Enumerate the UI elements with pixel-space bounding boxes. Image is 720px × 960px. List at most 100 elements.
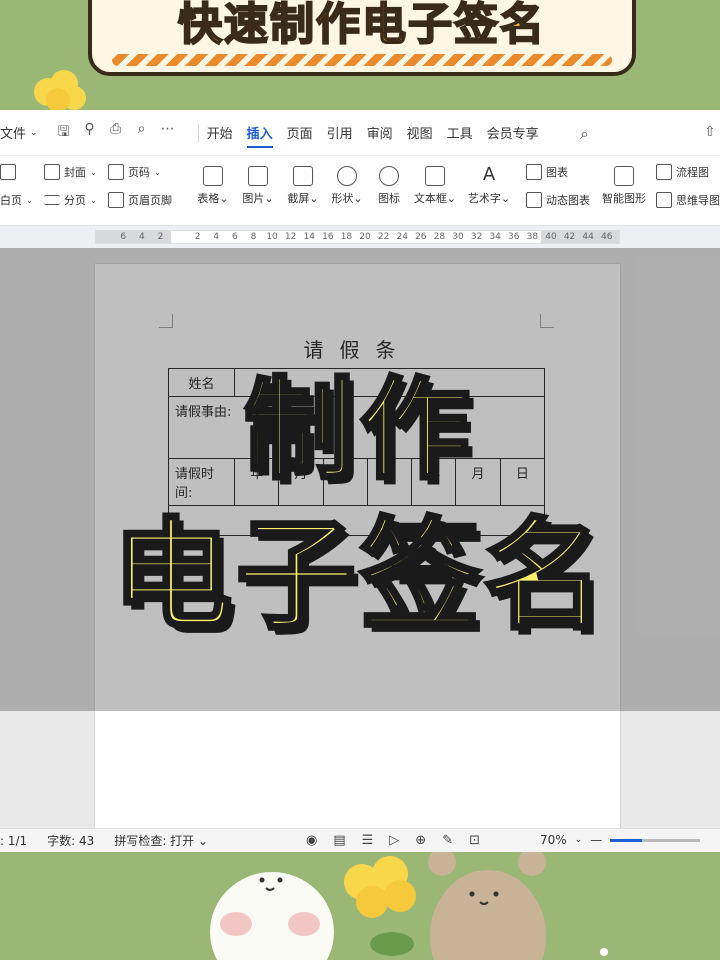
header-footer-icon (108, 192, 124, 208)
ruler-number: 2 (194, 232, 201, 242)
picture-button[interactable]: 图片⌄ (235, 166, 281, 206)
ruler-number: 22 (377, 232, 390, 242)
eye-icon[interactable]: ◉ (306, 833, 317, 848)
tab-references[interactable]: 引用 (327, 123, 353, 142)
ruler-number: 6 (231, 232, 238, 242)
picture-icon (248, 166, 268, 186)
ruler-number: 10 (266, 232, 278, 242)
ruler-number: 30 (452, 232, 464, 242)
file-menu[interactable]: 文件 ⌄ (0, 123, 38, 142)
header-footer-button[interactable]: 页眉页脚 (108, 192, 172, 208)
chart-icon (526, 164, 542, 180)
ruler-numbers: 6 4 2 2 4 6 8 10 12 14 16 18 20 22 24 26 28 30 32 34 36 38 40 4… (114, 231, 616, 243)
zoom-out-icon[interactable]: — (590, 833, 602, 847)
chevron-down-icon: ⌄ (30, 127, 38, 138)
tab-insert[interactable]: 插入 (246, 123, 273, 148)
ruler-number: 42 (563, 232, 576, 242)
bear-illustration (428, 852, 546, 960)
chart-label: 图表 (546, 166, 568, 179)
ruler-number: 4 (213, 232, 220, 242)
file-menu-label: 文件 (0, 127, 27, 142)
picture-label: 图片 (242, 192, 265, 205)
mindmap-button[interactable]: 思维导图 (656, 192, 720, 208)
dynamic-chart-label: 动态图表 (546, 194, 590, 207)
banner-stripe (112, 54, 612, 66)
chart-button[interactable]: 图表 (526, 164, 568, 180)
fit-page-icon[interactable]: ⊡ (469, 833, 480, 848)
table-icon (203, 166, 223, 186)
mindmap-label: 思维导图 (676, 194, 720, 207)
textbox-label: 文本框 (413, 192, 447, 205)
shape-icon (337, 166, 357, 186)
print-preview-icon[interactable]: ⌕ (134, 121, 150, 145)
ribbon-tabs: 开始 插入 页面 引用 审阅 视图 工具 会员专享 (207, 123, 539, 148)
blank-page-label-button[interactable]: 白页 ⌄ (0, 192, 33, 208)
web-view-icon[interactable]: ⊕ (415, 833, 426, 848)
dynamic-chart-button[interactable]: 动态图表 (526, 192, 590, 208)
smart-graphic-button[interactable]: 智能图形 (598, 166, 650, 206)
cover-icon (44, 164, 60, 180)
flowchart-label: 流程图 (676, 166, 709, 179)
ruler-row: 6 4 2 2 4 6 8 10 12 14 16 18 20 22 24 26 28 30 32 34 36 38 40 4… (0, 226, 720, 248)
tab-member[interactable]: 会员专享 (487, 123, 539, 142)
ruler-number: 38 (526, 232, 539, 242)
wordart-icon: A (482, 164, 496, 185)
spell-check-toggle[interactable]: 拼写检查: 打开 ⌄ (114, 832, 208, 849)
tab-tools[interactable]: 工具 (447, 123, 473, 142)
banner-title: 快速制作电子签名 (177, 0, 546, 51)
horizontal-ruler[interactable]: 6 4 2 2 4 6 8 10 12 14 16 18 20 22 24 26 28 30 32 34 36 38 40 4… (95, 230, 620, 244)
page-indicator[interactable]: : 1/1 (0, 834, 27, 848)
tab-review[interactable]: 审阅 (367, 123, 393, 142)
tab-page[interactable]: 页面 (287, 123, 313, 142)
ruler-number: 2 (157, 232, 164, 242)
ruler-number: 8 (250, 232, 257, 242)
word-count[interactable]: 字数: 43 (47, 832, 94, 849)
ruler-number: 26 (415, 232, 427, 242)
screenshot-button[interactable]: 截屏⌄ (280, 166, 326, 206)
pen-icon[interactable]: ✎ (442, 833, 453, 848)
ruler-number: 40 (545, 232, 557, 242)
ruler-number: 34 (489, 232, 501, 242)
tab-home[interactable]: 开始 (207, 123, 233, 142)
page-break-icon (44, 195, 60, 205)
cover-button[interactable]: 封面 ⌄ (44, 164, 97, 180)
textbox-button[interactable]: 文本框⌄ (412, 166, 458, 206)
header-footer-label: 页眉页脚 (128, 194, 172, 207)
save-icon[interactable]: 🖫 (56, 121, 72, 145)
search-icon[interactable]: ⌕ (580, 124, 589, 144)
ruler-number: 12 (284, 232, 297, 242)
page-break-button[interactable]: 分页 ⌄ (44, 192, 97, 208)
ruler-number: 28 (433, 232, 446, 242)
more-icon[interactable]: ⋯ (160, 121, 176, 145)
spell-check-label: 拼写检查: 打开 (114, 834, 195, 848)
flowchart-button[interactable]: 流程图 (656, 164, 709, 180)
print-icon[interactable]: ⎙ (108, 121, 124, 145)
tab-view[interactable]: 视图 (407, 123, 433, 142)
share-icon[interactable]: ⚲ (82, 121, 98, 145)
bottom-decoration (210, 852, 608, 960)
dynamic-chart-icon (526, 192, 542, 208)
outline-view-icon[interactable]: ☰ (362, 833, 374, 848)
yellow-flower-illustration (344, 856, 416, 956)
blank-page-button[interactable] (0, 164, 16, 180)
cloud-upload-icon[interactable]: ⇧ (704, 124, 716, 140)
zoom-value[interactable]: 70% (540, 833, 567, 847)
screenshot-icon (293, 166, 313, 186)
page-view-icon[interactable]: ▤ (333, 833, 345, 848)
menu-bar: 文件 ⌄ 🖫 ⚲ ⎙ ⌕ ⋯ 开始 插入 页面 引用 审阅 视图 工具 会员专享… (0, 110, 720, 156)
shape-button[interactable]: 形状⌄ (324, 166, 370, 206)
ruler-number: 46 (601, 232, 613, 242)
zoom-slider[interactable] (610, 838, 701, 842)
status-bar: : 1/1 字数: 43 拼写检查: 打开 ⌄ ◉ ▤ ☰ ▷ ⊕ ✎ ⊡ 70… (0, 828, 720, 852)
play-icon[interactable]: ▷ (389, 833, 399, 848)
ruler-number: 20 (359, 232, 371, 242)
smart-graphic-icon (614, 166, 634, 186)
chevron-down-icon[interactable]: ⌄ (575, 835, 583, 845)
ruler-number: 6 (120, 232, 127, 242)
wordart-button[interactable]: A 艺术字⌄ (466, 166, 512, 206)
page-number-button[interactable]: 页码 ⌄ (108, 164, 161, 180)
ruler-number: 14 (303, 232, 315, 242)
icon-button[interactable]: 图标 (366, 166, 412, 206)
table-button[interactable]: 表格⌄ (190, 166, 236, 206)
shape-label: 形状 (331, 192, 354, 205)
